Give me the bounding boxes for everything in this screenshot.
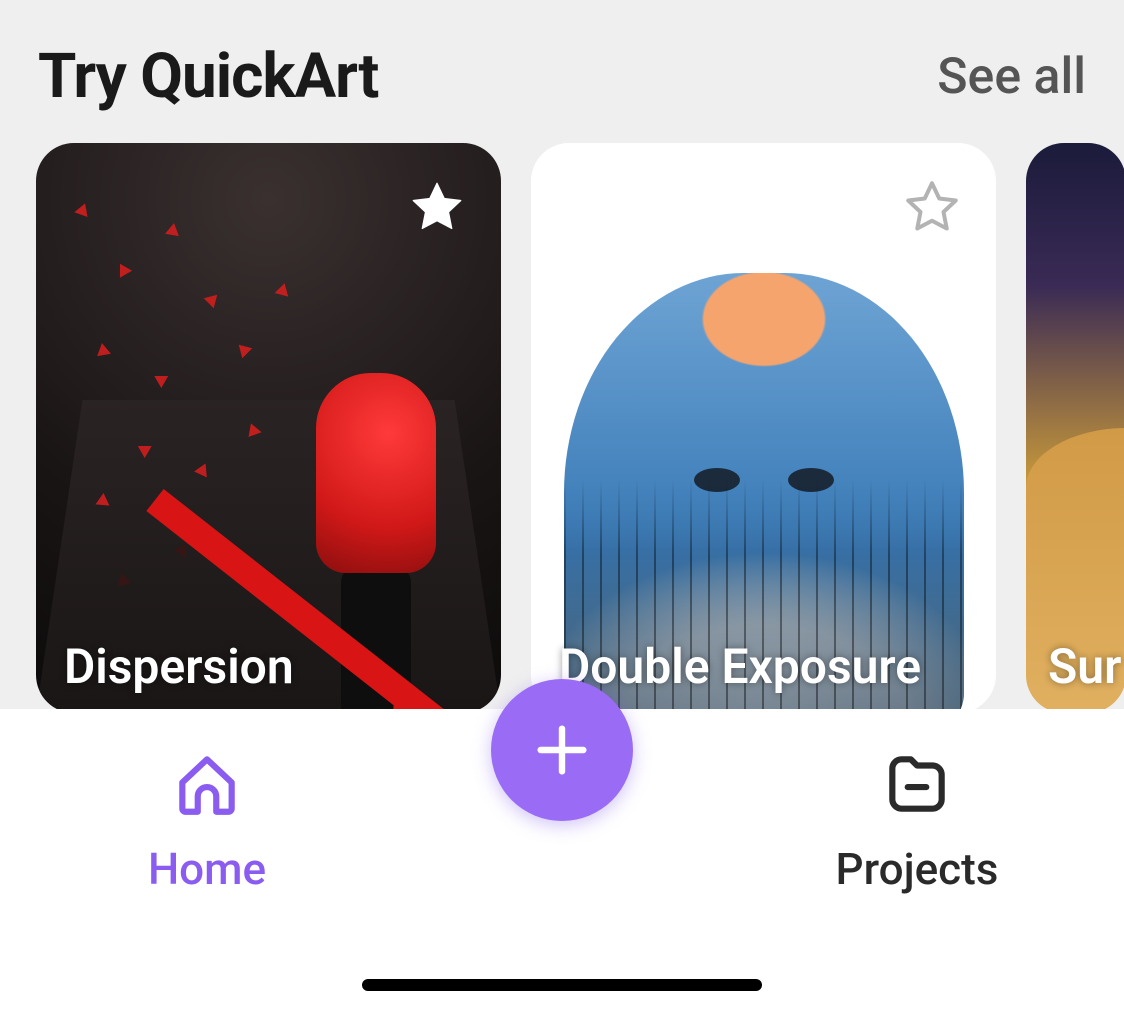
favorite-button[interactable] <box>401 171 473 243</box>
section-header: Try QuickArt See all <box>0 0 1124 143</box>
card-artwork <box>296 313 446 663</box>
section-title: Try QuickArt <box>38 40 378 113</box>
star-icon <box>902 177 962 237</box>
quickart-card-next[interactable]: Sur <box>1026 143 1124 713</box>
bottom-nav: Home Projects <box>0 709 1124 1019</box>
nav-home[interactable]: Home <box>77 747 337 895</box>
card-label: Sur <box>1048 638 1121 695</box>
nav-projects[interactable]: Projects <box>787 747 1047 895</box>
quickart-card-dispersion[interactable]: Dispersion <box>36 143 501 713</box>
plus-icon <box>530 718 594 782</box>
card-label: Double Exposure <box>559 638 921 695</box>
folder-icon <box>880 747 954 821</box>
new-project-fab[interactable] <box>491 679 633 821</box>
nav-label: Home <box>148 843 266 895</box>
nav-label: Projects <box>836 843 999 895</box>
home-icon <box>170 747 244 821</box>
favorite-button[interactable] <box>896 171 968 243</box>
see-all-link[interactable]: See all <box>937 48 1086 106</box>
quickart-cards: Dispersion Double Exposure Sur <box>0 143 1124 713</box>
card-label: Dispersion <box>64 638 294 695</box>
home-indicator <box>362 979 762 991</box>
quickart-card-double-exposure[interactable]: Double Exposure <box>531 143 996 713</box>
star-icon <box>407 177 467 237</box>
